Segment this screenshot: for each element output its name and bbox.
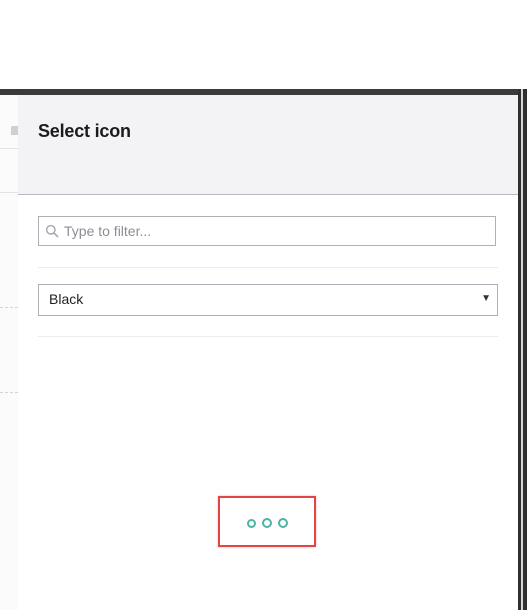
background-row-divider — [0, 392, 18, 393]
loading-dot — [262, 518, 272, 528]
loading-indicator — [218, 496, 316, 547]
section-divider — [38, 267, 498, 268]
background-row-divider — [0, 307, 18, 308]
page: Select icon Black ▼ — [0, 0, 527, 610]
filter-search-box[interactable] — [38, 216, 496, 246]
loading-dot — [247, 519, 256, 528]
color-select[interactable]: Black ▼ — [38, 284, 498, 316]
chevron-down-icon: ▼ — [481, 293, 491, 304]
background-page — [0, 95, 19, 610]
dialog-title: Select icon — [38, 121, 131, 141]
overlay-frame-right — [518, 89, 527, 610]
search-icon — [45, 224, 59, 238]
loading-dot — [278, 518, 288, 528]
filter-input[interactable] — [64, 217, 489, 245]
select-icon-dialog: Select icon Black ▼ — [18, 95, 518, 610]
background-row-divider — [0, 192, 18, 193]
background-lock-icon — [11, 126, 18, 135]
dialog-header: Select icon — [18, 95, 518, 195]
color-select-value: Black — [49, 291, 84, 307]
section-divider — [38, 336, 498, 337]
background-row-divider — [0, 148, 18, 149]
